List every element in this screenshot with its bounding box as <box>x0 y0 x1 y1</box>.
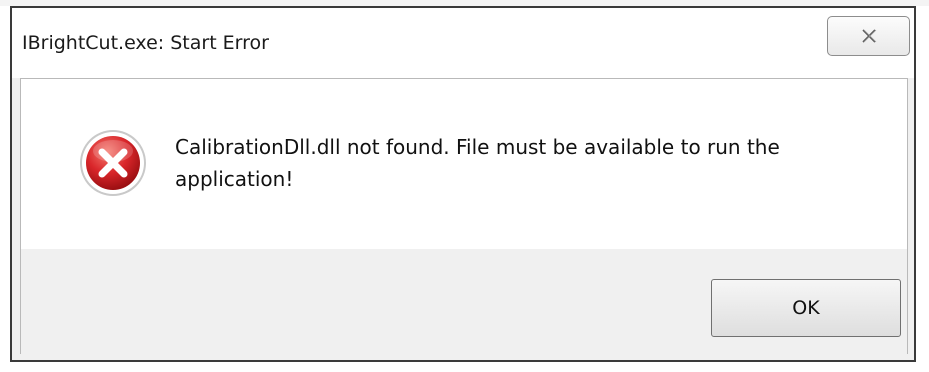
screen: IBrightCut.exe: Start Error CalibrationD… <box>0 0 929 372</box>
error-dialog: IBrightCut.exe: Start Error CalibrationD… <box>10 6 916 362</box>
message-area: CalibrationDll.dll not found. File must … <box>21 79 907 249</box>
title-bar[interactable]: IBrightCut.exe: Start Error <box>12 8 914 78</box>
close-button[interactable] <box>827 16 910 56</box>
close-x-icon <box>861 29 876 43</box>
dialog-body: CalibrationDll.dll not found. File must … <box>20 78 908 355</box>
window-title: IBrightCut.exe: Start Error <box>22 32 269 54</box>
error-icon <box>80 130 146 196</box>
error-message: CalibrationDll.dll not found. File must … <box>175 135 780 191</box>
button-bar: OK <box>21 249 907 355</box>
ok-button[interactable]: OK <box>711 279 901 337</box>
